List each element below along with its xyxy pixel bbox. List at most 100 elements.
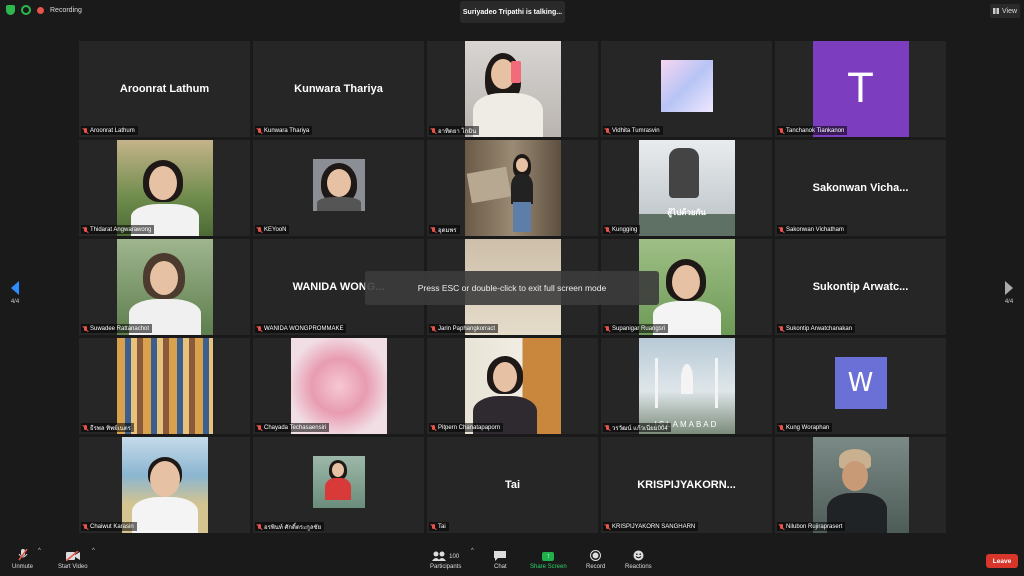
participant-video	[812, 437, 909, 533]
participant-name-label: อุดมพร	[429, 225, 460, 234]
mic-muted-icon	[779, 424, 784, 431]
participant-name: อุดมพร	[438, 227, 457, 234]
active-speaker-banner: Suriyadeo Tripathi is talking...	[460, 1, 565, 23]
participant-tile[interactable]: สู้ไปด้วยกัน Kungging	[601, 140, 772, 236]
start-video-button[interactable]: Start Video	[58, 549, 88, 570]
arrow-right-icon	[1005, 281, 1013, 295]
page-indicator-right: 4/4	[1004, 299, 1014, 305]
participant-tile[interactable]: Thidarat Angwarawong	[79, 140, 250, 236]
record-icon	[590, 549, 602, 561]
participant-tile[interactable]: Suwadee Rattanachot	[79, 239, 250, 335]
participant-display-name: Kunwara Thariya	[294, 83, 383, 95]
participant-tile[interactable]: KRISPIJYAKORN... KRISPIJYAKORN SANGHARN	[601, 437, 772, 533]
record-button[interactable]: Record	[586, 549, 605, 570]
participant-tile[interactable]: อรพินท์ ศักดิ์ตระกูลชัย	[253, 437, 424, 533]
participant-video	[464, 140, 561, 236]
meeting-window: Recording Suriyadeo Tripathi is talking.…	[0, 0, 1024, 576]
mic-muted-icon	[83, 523, 88, 530]
encryption-icon[interactable]	[21, 5, 31, 15]
participant-tile[interactable]: Aroonrat Lathum Aroonrat Lathum	[79, 41, 250, 137]
mic-muted-icon	[257, 127, 262, 134]
video-options-chevron-icon[interactable]: ^	[92, 548, 95, 554]
participants-button[interactable]: 100 Participants	[430, 549, 461, 570]
share-screen-icon: ↑	[542, 552, 555, 561]
participant-tile[interactable]: Chayada Techasaensiri	[253, 338, 424, 434]
mic-muted-icon	[605, 424, 610, 431]
smiley-icon	[633, 549, 644, 561]
record-label: Record	[586, 564, 606, 570]
participant-tile[interactable]: อุดมพร	[427, 140, 598, 236]
mic-muted-icon	[605, 127, 610, 134]
audio-options-chevron-icon[interactable]: ^	[38, 548, 41, 554]
page-indicator-left: 4/4	[10, 299, 20, 305]
shield-icon[interactable]	[6, 5, 15, 15]
share-screen-button[interactable]: ↑ Share Screen	[530, 549, 567, 570]
reactions-label: Reactions	[625, 564, 652, 570]
participant-name-label: Kungging	[603, 225, 641, 234]
participant-tile[interactable]: ธีรพล ทิพย์เนตร	[79, 338, 250, 434]
participant-tile[interactable]: Chaiwut Karasin	[79, 437, 250, 533]
reactions-button[interactable]: Reactions	[625, 549, 652, 570]
participant-tile[interactable]: KEYooN	[253, 140, 424, 236]
participant-tile[interactable]: Pitpern Chanatapaporn	[427, 338, 598, 434]
participant-name: Kunwara Thariya	[264, 127, 310, 134]
start-video-label: Start Video	[58, 564, 88, 570]
participant-tile[interactable]: ISLAMABAD วรวัฒน์ แก้วเนียม004	[601, 338, 772, 434]
chat-button[interactable]: Chat	[494, 549, 507, 570]
mic-muted-icon	[257, 226, 262, 233]
participant-name-label: Pitpern Chanatapaporn	[429, 423, 504, 432]
participant-name: Kungging	[612, 226, 638, 233]
participant-display-name: Sakonwan Vicha...	[812, 182, 909, 194]
participant-tile[interactable]: T Tanchanok Tiankanon	[775, 41, 946, 137]
participant-video	[290, 338, 387, 434]
participant-tile[interactable]: W Kung Woraphan	[775, 338, 946, 434]
participants-chevron-icon[interactable]: ^	[471, 548, 474, 554]
participant-name-label: ธีรพล ทิพย์เนตร	[81, 423, 134, 432]
mic-muted-icon	[605, 523, 610, 530]
share-screen-label: Share Screen	[530, 564, 567, 570]
participant-name-label: KRISPIJYAKORN SANGHARN	[603, 522, 699, 531]
participant-video	[116, 140, 213, 236]
participant-name-label: Chaiwut Karasin	[81, 522, 137, 531]
mic-muted-icon	[605, 325, 610, 332]
mic-muted-icon	[431, 523, 436, 530]
participant-tile[interactable]: Kunwara Thariya Kunwara Thariya	[253, 41, 424, 137]
participant-name: Thidarat Angwarawong	[90, 226, 152, 233]
participant-tile[interactable]: Sakonwan Vicha... Sakonwan Vichatham	[775, 140, 946, 236]
participant-name: Sukontip Arwatchanakan	[786, 325, 853, 332]
fullscreen-exit-hint: Press ESC or double-click to exit full s…	[365, 271, 659, 305]
leave-button[interactable]: Leave	[986, 554, 1018, 568]
participant-tile[interactable]: Vidhita Tumrasvin	[601, 41, 772, 137]
meeting-status: Recording	[6, 5, 82, 15]
participant-avatar-image	[660, 60, 713, 112]
participant-display-name: Tai	[504, 479, 521, 491]
mic-muted-icon	[431, 226, 436, 233]
mic-muted-icon	[83, 226, 88, 233]
participant-tile[interactable]: อาทิตยา โกมิน	[427, 41, 598, 137]
meeting-toolbar: Unmute ^ Start Video ^ 100 Participants …	[0, 546, 1024, 576]
participant-avatar-image	[312, 159, 365, 211]
participant-name-label: Kung Woraphan	[777, 423, 833, 432]
participant-avatar: T	[812, 41, 909, 137]
top-bar: Recording Suriyadeo Tripathi is talking.…	[0, 0, 1024, 24]
participant-name: Kung Woraphan	[786, 424, 830, 431]
participant-name: Jarin Paphangkorract	[438, 325, 496, 332]
participant-video: สู้ไปด้วยกัน	[638, 140, 735, 236]
participant-name: Pitpern Chanatapaporn	[438, 424, 501, 431]
participant-name-label: Tanchanok Tiankanon	[777, 126, 848, 135]
mic-muted-icon	[257, 325, 262, 332]
next-page-button[interactable]: 4/4	[1002, 281, 1016, 305]
previous-page-button[interactable]: 4/4	[8, 281, 22, 305]
unmute-button[interactable]: Unmute	[12, 549, 33, 570]
participant-name-label: อาทิตยา โกมิน	[429, 126, 480, 135]
arrow-left-icon	[11, 281, 19, 295]
participant-name: Aroonrat Lathum	[90, 127, 135, 134]
participant-name: Supanigar Ruangsri	[612, 325, 666, 332]
participant-tile[interactable]: Tai Tai	[427, 437, 598, 533]
participant-tile[interactable]: Sukontip Arwatc... Sukontip Arwatchanaka…	[775, 239, 946, 335]
participant-name-label: Sukontip Arwatchanakan	[777, 324, 856, 333]
participant-video	[464, 338, 561, 434]
mic-muted-icon	[257, 523, 262, 530]
view-button[interactable]: View	[990, 4, 1020, 18]
participant-tile[interactable]: Nilubon Rujiraprasert	[775, 437, 946, 533]
